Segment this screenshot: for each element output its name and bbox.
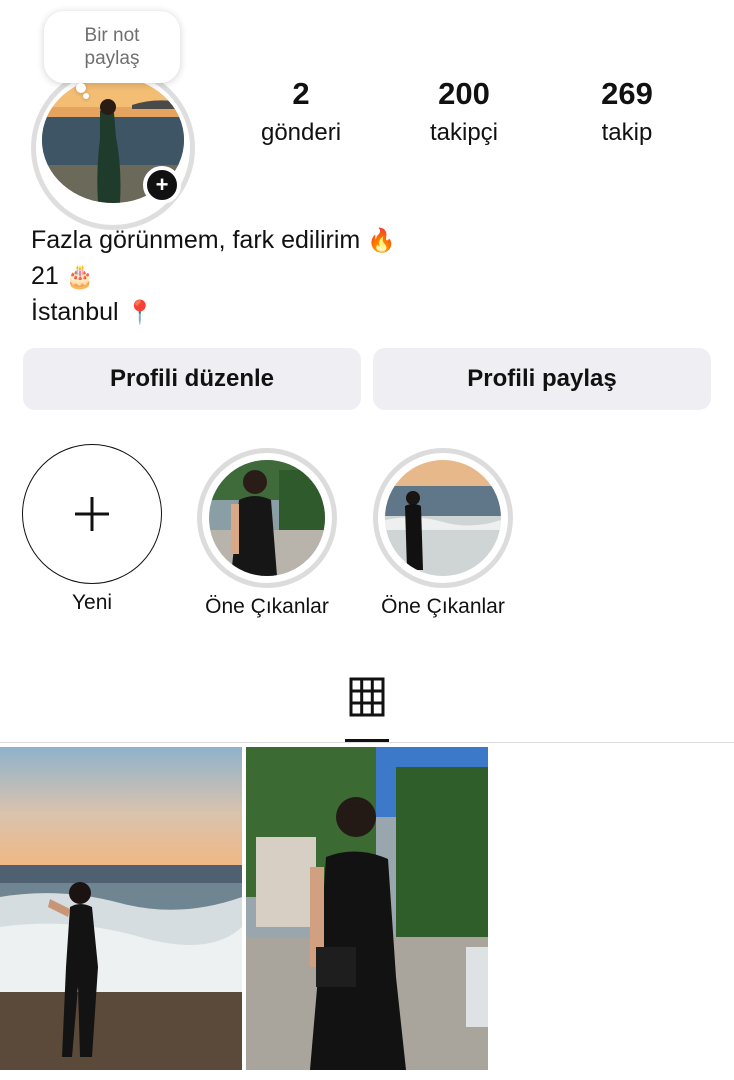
note-bubble[interactable]: Bir not paylaş: [44, 11, 180, 83]
highlight-cover: [385, 460, 501, 576]
followers-count-label: takipçi: [429, 119, 499, 146]
following-count-label: takip: [601, 119, 653, 146]
posts-count-value: 2: [292, 76, 310, 111]
new-highlight-label: Yeni: [71, 591, 113, 614]
bio-line-2: 21 🎂: [31, 258, 396, 294]
posts-count[interactable]: 2 gönderi: [231, 76, 371, 148]
share-profile-button[interactable]: Profili paylaş: [373, 348, 711, 410]
highlight-item[interactable]: [197, 448, 337, 588]
profile-bio: Fazla görünmem, fark edilirim 🔥 21 🎂 İst…: [31, 222, 396, 330]
highlight-label: Öne Çıkanlar: [205, 595, 329, 618]
fire-emoji: 🔥: [367, 227, 396, 253]
posts-count-label: gönderi: [260, 119, 342, 146]
pin-emoji: 📍: [125, 299, 155, 325]
bio-line-3-text: İstanbul: [31, 298, 119, 326]
bio-line-3: İstanbul 📍: [31, 294, 396, 330]
grid-icon: [349, 677, 385, 717]
edit-profile-button[interactable]: Profili düzenle: [23, 348, 361, 410]
followers-count[interactable]: 200 takipçi: [394, 76, 534, 148]
plus-icon: +: [155, 172, 169, 197]
highlight-label: Öne Çıkanlar: [381, 595, 505, 618]
note-text: Bir not paylaş: [84, 25, 140, 69]
note-bubble-tail: [76, 83, 86, 93]
highlight-cover: [209, 460, 325, 576]
new-highlight-button[interactable]: [22, 444, 162, 584]
post-thumbnail[interactable]: [246, 747, 488, 1070]
bio-line-1: Fazla görünmem, fark edilirim 🔥: [31, 222, 396, 258]
tab-divider: [0, 742, 734, 743]
bio-line-2-text: 21: [31, 262, 59, 290]
highlight-item[interactable]: [373, 448, 513, 588]
following-count-value: 269: [601, 76, 653, 111]
cake-emoji: 🎂: [65, 263, 95, 289]
bio-line-1-text: Fazla görünmem, fark edilirim: [31, 226, 361, 254]
post-thumbnail[interactable]: [0, 747, 242, 1070]
following-count[interactable]: 269 takip: [557, 76, 697, 148]
followers-count-value: 200: [438, 76, 490, 111]
add-story-button[interactable]: +: [143, 166, 181, 204]
plus-icon: [75, 497, 109, 531]
posts-grid-tab[interactable]: [345, 675, 389, 719]
profile-avatar[interactable]: [31, 66, 195, 230]
note-bubble-tail-small: [83, 93, 89, 99]
